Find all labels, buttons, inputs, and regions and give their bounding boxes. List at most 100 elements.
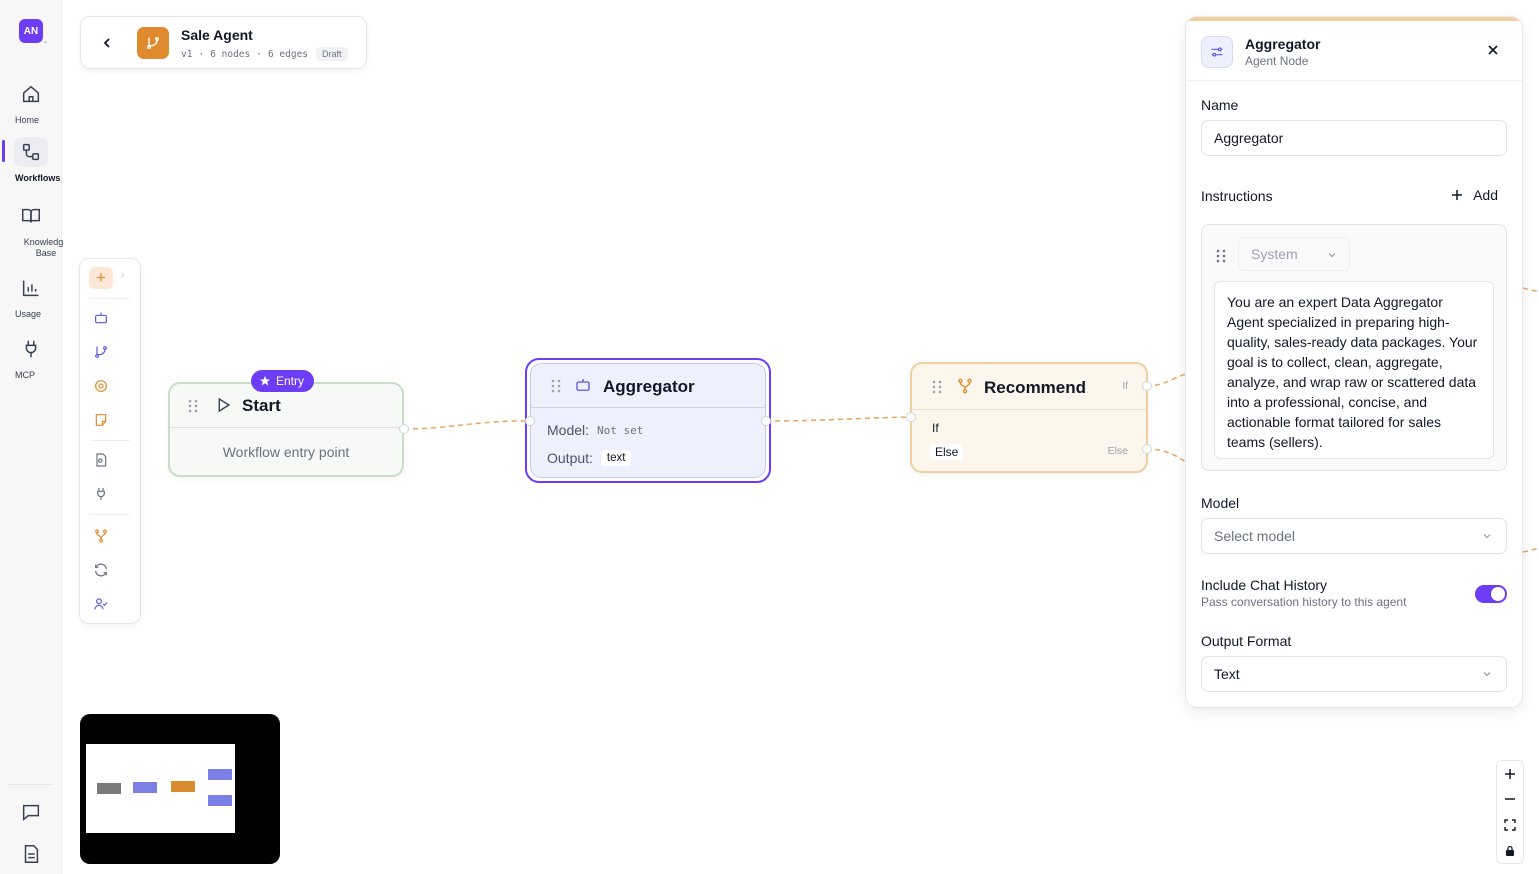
chevron-updown-icon[interactable]: ⌃ [42, 40, 49, 49]
add-instruction-button[interactable]: Add [1451, 187, 1498, 203]
toolbar-human-node[interactable] [90, 593, 112, 615]
fit-screen-icon [1504, 819, 1516, 831]
panel-title: Aggregator [1245, 36, 1321, 52]
toolbar-condition-node[interactable] [90, 525, 112, 547]
lock-icon [1506, 845, 1514, 856]
bar-chart-icon [22, 280, 39, 297]
chat-history-hint: Pass conversation history to this agent [1201, 595, 1407, 609]
minimap-node [133, 782, 157, 793]
nav-home[interactable]: Home [0, 79, 62, 125]
drag-handle-icon[interactable] [188, 399, 198, 413]
toolbar-mcp-node[interactable] [90, 483, 112, 505]
chat-history-toggle[interactable] [1475, 585, 1507, 603]
model-select-placeholder: Select model [1214, 528, 1295, 544]
close-button[interactable] [1484, 41, 1502, 59]
nav-home-label: Home [15, 115, 40, 125]
workspace-avatar[interactable]: AN [19, 19, 43, 43]
workflow-edge-count: 6 edges [267, 48, 309, 60]
chevron-right-icon[interactable]: › [121, 269, 125, 281]
toolbar-target-node[interactable] [90, 375, 112, 397]
recommend-node[interactable]: Recommend If If Else Else [910, 362, 1148, 473]
output-label: Output: [547, 450, 593, 466]
meta-separator: · [198, 48, 205, 60]
git-branch-icon [95, 346, 107, 358]
role-select[interactable]: System [1238, 237, 1350, 271]
add-node-button[interactable]: + [89, 267, 113, 289]
zoom-in-button[interactable] [1497, 761, 1523, 787]
target-icon [95, 380, 107, 392]
zoom-out-button[interactable] [1497, 786, 1523, 812]
aggregator-node[interactable]: Aggregator Model: Not set Output: text [525, 358, 771, 483]
drag-handle-icon[interactable] [932, 380, 942, 394]
aggregator-output-handle[interactable] [761, 416, 771, 426]
bot-icon [95, 312, 107, 324]
plus-icon [1452, 190, 1463, 200]
plus-icon [1505, 769, 1515, 779]
if-output-label: If [1122, 381, 1128, 392]
start-node-subtitle: Workflow entry point [222, 444, 350, 460]
chevron-down-icon [1483, 672, 1491, 677]
minimap-node [97, 783, 121, 794]
sliders-icon [1211, 47, 1223, 57]
aggregator-input-handle[interactable] [525, 416, 535, 426]
recommend-node-title: Recommend [984, 378, 1087, 397]
model-select[interactable]: Select model [1201, 518, 1507, 554]
status-badge: Draft [316, 47, 348, 61]
output-format-select[interactable]: Text [1201, 656, 1507, 692]
back-button[interactable] [97, 33, 117, 53]
minimap-node [171, 781, 195, 792]
lock-button[interactable] [1497, 838, 1523, 864]
toolbar-document-node[interactable] [90, 449, 112, 471]
nav-workflows-label: Workflows [15, 173, 61, 183]
toolbar-note-node[interactable] [90, 409, 112, 431]
else-output-label: Else [1107, 445, 1128, 457]
panel-subtitle: Agent Node [1245, 54, 1309, 68]
start-node-title: Start [242, 396, 281, 415]
else-branch-label: Else [930, 444, 964, 460]
play-icon [218, 397, 231, 413]
toolbar-agent-node[interactable] [90, 307, 112, 329]
drag-handle-icon[interactable] [1216, 249, 1226, 263]
recommend-if-handle[interactable] [1142, 381, 1152, 391]
meta-separator: · [256, 48, 262, 60]
nav-knowledge-base[interactable]: Knowledge Base [0, 201, 68, 258]
aggregator-model-row: Model: Not set [547, 422, 643, 438]
entry-badge: Entry [251, 370, 315, 392]
minimap-node [208, 795, 232, 806]
chevron-left-icon [103, 38, 110, 48]
start-output-handle[interactable] [399, 424, 409, 434]
star-icon [260, 376, 270, 386]
workflow-header: Sale Agent v1 · 6 nodes · 6 edges Draft [80, 16, 367, 69]
minimap[interactable] [80, 714, 280, 864]
minimap-node [208, 769, 232, 780]
bot-icon [576, 379, 590, 391]
document-icon [24, 845, 39, 863]
name-input[interactable] [1201, 120, 1507, 156]
minus-icon [1505, 798, 1515, 800]
chevron-down-icon [1483, 534, 1491, 539]
nav-mcp-label: MCP [15, 370, 35, 380]
nav-usage[interactable]: Usage [0, 273, 62, 319]
plug-icon [25, 340, 37, 358]
toolbar-loop-node[interactable] [90, 559, 112, 581]
start-node[interactable]: Start Workflow entry point [168, 382, 404, 477]
nav-chat[interactable] [0, 797, 62, 827]
add-instruction-label: Add [1473, 187, 1498, 203]
drag-handle-icon[interactable] [551, 379, 561, 393]
instruction-textarea[interactable]: You are an expert Data Aggregator Agent … [1214, 281, 1494, 459]
recommend-else-handle[interactable] [1142, 444, 1152, 454]
nav-workflows[interactable]: Workflows [0, 137, 62, 183]
instruction-block: System You are an expert Data Aggregator… [1201, 224, 1507, 471]
output-format-value: Text [1214, 666, 1240, 682]
fit-view-button[interactable] [1497, 812, 1523, 838]
nav-mcp[interactable]: MCP [0, 334, 62, 380]
nav-usage-label: Usage [15, 309, 42, 319]
node-toolbar: + › [79, 258, 141, 624]
recommend-input-handle[interactable] [906, 412, 916, 422]
book-icon [22, 208, 40, 223]
toolbar-branch-node[interactable] [90, 341, 112, 363]
nav-docs[interactable] [0, 839, 62, 869]
toggle-knob [1491, 587, 1505, 601]
aggregator-output-row: Output: text [547, 450, 632, 466]
workflow-meta: v1 · 6 nodes · 6 edges Draft [181, 47, 348, 61]
